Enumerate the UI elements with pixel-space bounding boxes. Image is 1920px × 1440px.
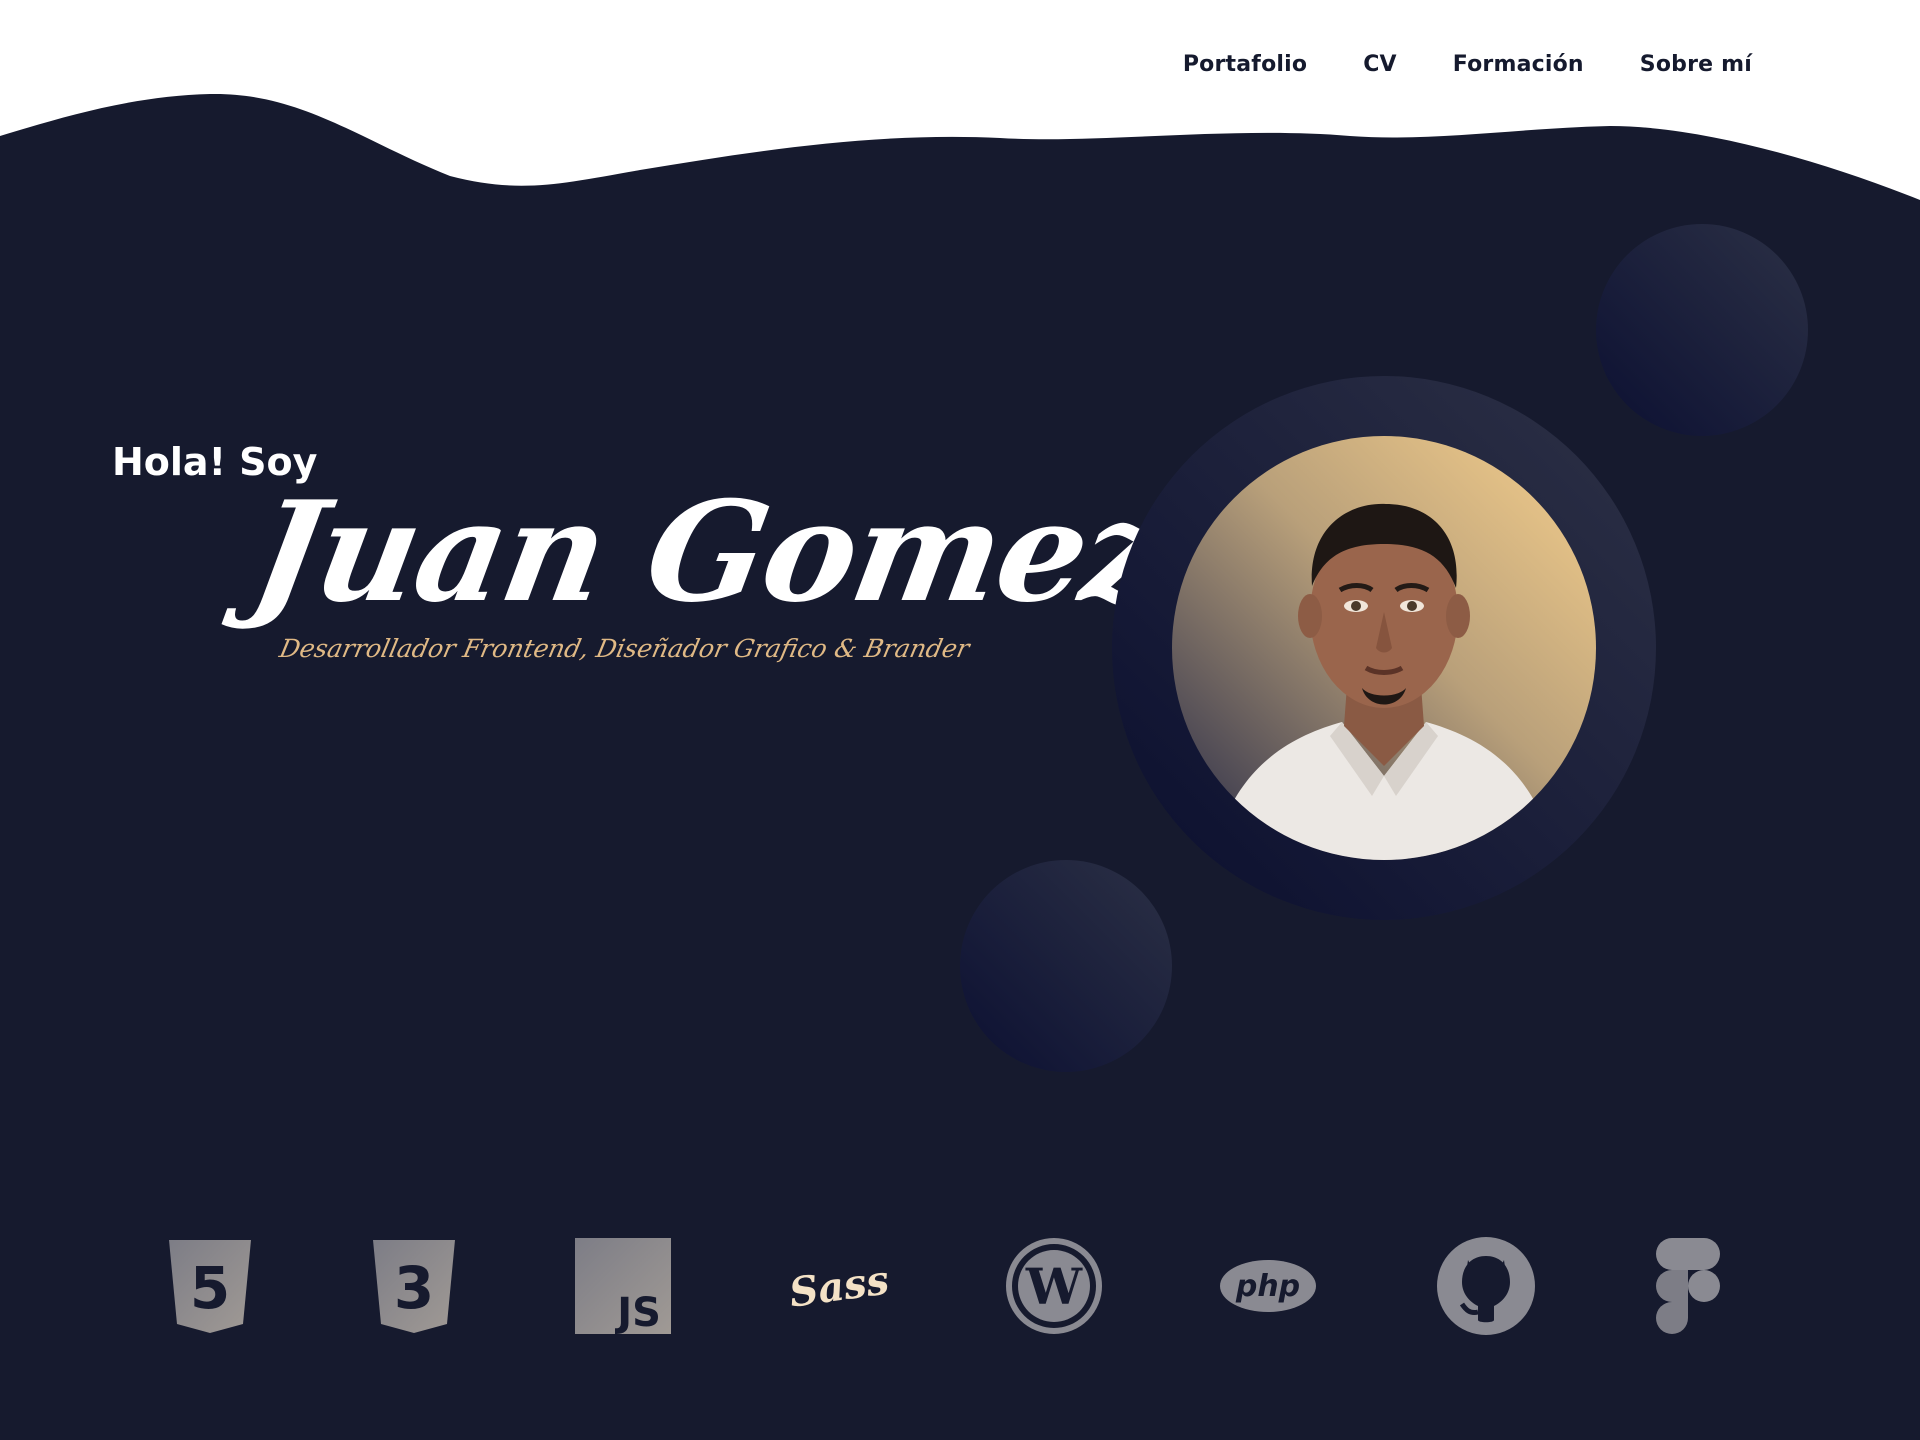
svg-text:Sass: Sass	[786, 1256, 891, 1316]
decorative-circle	[960, 860, 1172, 1072]
decorative-circle	[1596, 224, 1808, 436]
hero-name: Juan Gomez	[241, 470, 1176, 633]
svg-text:JS: JS	[614, 1290, 661, 1334]
skills-row: 5 3 JS Sass W php	[0, 1236, 1920, 1336]
hero-tagline: Desarrollador Frontend, Diseñador Grafic…	[276, 634, 973, 663]
profile-photo	[1172, 436, 1596, 860]
wordpress-icon: W	[1004, 1236, 1104, 1336]
github-icon	[1434, 1236, 1538, 1336]
main-nav: Portafolio CV Formación Sobre mí	[1183, 52, 1752, 77]
javascript-icon: JS	[574, 1236, 672, 1336]
nav-item-formacion[interactable]: Formación	[1453, 52, 1584, 77]
svg-text:5: 5	[190, 1254, 230, 1322]
nav-item-portafolio[interactable]: Portafolio	[1183, 52, 1307, 77]
html5-icon: 5	[164, 1236, 256, 1336]
nav-item-sobre-mi[interactable]: Sobre mí	[1640, 52, 1752, 77]
person-portrait-icon	[1212, 503, 1556, 860]
nav-item-cv[interactable]: CV	[1363, 52, 1397, 77]
svg-text:php: php	[1235, 1269, 1300, 1304]
svg-text:3: 3	[394, 1254, 434, 1322]
php-icon: php	[1218, 1236, 1318, 1336]
sass-icon: Sass	[780, 1236, 900, 1336]
css3-icon: 3	[368, 1236, 460, 1336]
svg-text:W: W	[1025, 1257, 1083, 1316]
figma-icon	[1652, 1236, 1724, 1336]
